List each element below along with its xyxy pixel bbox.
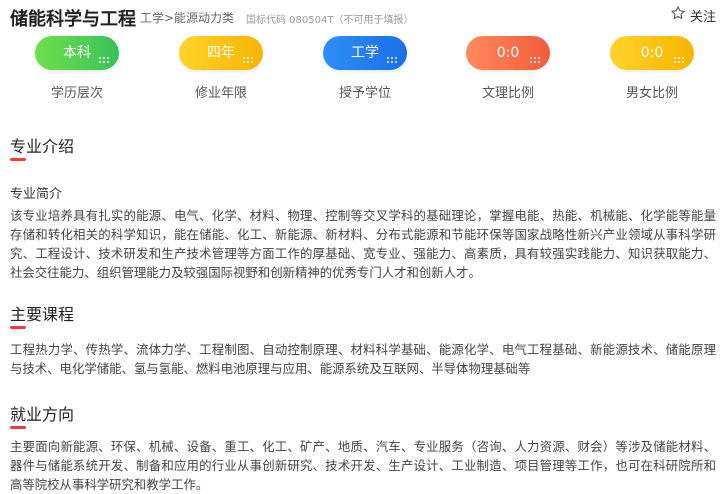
stat-value: 四年 bbox=[207, 45, 235, 61]
stat-label: 文理比例 bbox=[481, 86, 534, 101]
star-outline-icon bbox=[670, 5, 686, 25]
stat-value: 0:0 bbox=[496, 45, 520, 61]
follow-button[interactable]: 关注 bbox=[670, 5, 716, 25]
section-title-intro: 专业介绍 bbox=[10, 137, 75, 156]
stat-gender-ratio: 0:0 男女比例 bbox=[592, 36, 712, 101]
intro-text: 该专业培养具有扎实的能源、电气、化学、材料、物理、控制等交叉学科的基础理论，掌握… bbox=[10, 208, 716, 280]
stat-value: 0:0 bbox=[640, 45, 664, 61]
stat-badge: 工学 bbox=[323, 36, 407, 70]
stat-label: 学历层次 bbox=[50, 86, 103, 101]
stat-value: 本科 bbox=[63, 45, 91, 61]
major-code: 国标代码 080504T（不可用于填报） bbox=[246, 15, 414, 26]
stat-arts-science-ratio: 0:0 文理比例 bbox=[448, 36, 568, 101]
stat-badge: 0:0 bbox=[610, 36, 694, 70]
career-text: 主要面向新能源、环保、机械、设备、重工、化工、矿产、地质、汽车、专业服务（咨询、… bbox=[10, 439, 716, 492]
stat-degree: 工学 授予学位 bbox=[305, 36, 425, 101]
section-title-career: 就业方向 bbox=[10, 405, 75, 424]
major-category: 工学>能源动力类 bbox=[140, 11, 235, 25]
stat-education-level: 本科 学历层次 bbox=[17, 36, 137, 101]
stat-label: 修业年限 bbox=[194, 86, 247, 101]
stat-badge: 本科 bbox=[35, 36, 119, 70]
courses-text: 工程热力学、传热学、流体力学、工程制图、自动控制原理、材料科学基础、能源化学、电… bbox=[10, 342, 716, 376]
section-underline bbox=[10, 158, 26, 161]
follow-label: 关注 bbox=[689, 9, 716, 25]
stat-badge: 四年 bbox=[179, 36, 263, 70]
stat-value: 工学 bbox=[351, 45, 379, 61]
section-underline bbox=[10, 326, 26, 329]
section-title-courses: 主要课程 bbox=[10, 305, 75, 324]
section-underline bbox=[10, 426, 26, 429]
major-title: 储能科学与工程 bbox=[10, 9, 136, 30]
stat-badge: 0:0 bbox=[466, 36, 550, 70]
stat-label: 授予学位 bbox=[338, 86, 391, 101]
major-header: 储能科学与工程 工学>能源动力类 国标代码 080504T（不可用于填报） 关注 bbox=[10, 4, 716, 30]
major-stats: 本科 学历层次 四年 修业年限 工学 授予学位 0:0 文理比例 0:0 男女比… bbox=[0, 36, 720, 106]
stat-study-years: 四年 修业年限 bbox=[161, 36, 281, 101]
stat-label: 男女比例 bbox=[625, 86, 678, 101]
intro-subtitle: 专业简介 bbox=[10, 187, 63, 202]
